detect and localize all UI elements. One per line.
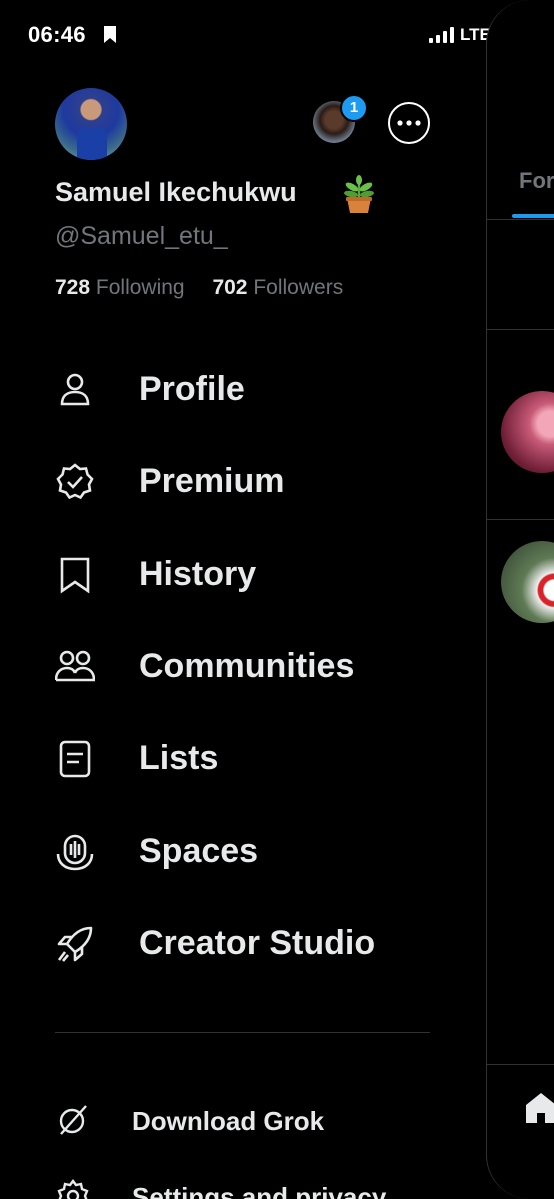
grok-icon — [59, 1105, 87, 1135]
menu-label-communities: Communities — [139, 647, 355, 685]
potted-plant-icon — [344, 175, 374, 213]
person-icon — [60, 373, 90, 406]
menu-item-lists[interactable]: Lists — [55, 727, 455, 787]
rocket-icon — [57, 926, 93, 962]
divider — [487, 329, 554, 330]
menu-item-profile[interactable]: Profile — [55, 358, 455, 418]
menu-item-spaces[interactable]: Spaces — [55, 820, 455, 880]
screen: 06:46 LTE 53 For you 1 — [0, 0, 554, 1199]
followers-label[interactable]: Followers — [253, 276, 343, 299]
ellipsis-icon — [397, 120, 421, 126]
section-divider — [55, 1032, 430, 1033]
verified-badge-icon — [56, 463, 94, 500]
tab-for-you[interactable]: For you — [519, 168, 554, 194]
list-icon — [59, 740, 91, 778]
following-count[interactable]: 728 — [55, 276, 90, 299]
menu-label-spaces: Spaces — [139, 832, 259, 870]
menu-item-history[interactable]: History — [55, 543, 455, 603]
bottom-nav-border — [487, 1064, 554, 1065]
divider — [487, 519, 554, 520]
active-tab-indicator — [512, 214, 554, 218]
menu-label-settings-privacy: Settings and privacy — [132, 1182, 387, 1199]
post-author-avatar[interactable] — [501, 541, 554, 623]
menu-item-communities[interactable]: Communities — [55, 635, 455, 695]
profile-avatar[interactable] — [55, 88, 127, 160]
follow-stats: 728 Following 702 Followers — [55, 276, 365, 300]
notification-badge: 1 — [340, 94, 368, 122]
gear-icon — [57, 1179, 89, 1199]
menu-item-settings-privacy[interactable]: Settings and privacy — [55, 1172, 455, 1199]
divider — [487, 219, 554, 220]
menu-item-download-grok[interactable]: Download Grok — [55, 1096, 455, 1146]
spaces-icon — [56, 834, 94, 871]
following-label[interactable]: Following — [96, 276, 185, 299]
main-feed-panel[interactable]: For you — [486, 0, 554, 1199]
followers-count[interactable]: 702 — [212, 276, 247, 299]
menu-item-premium[interactable]: Premium — [55, 450, 455, 510]
menu-label-premium: Premium — [139, 462, 285, 500]
bookmark-icon — [60, 557, 90, 594]
communities-icon — [55, 650, 95, 682]
menu-label-profile: Profile — [139, 370, 245, 408]
menu-item-creator-studio[interactable]: Creator Studio — [55, 912, 455, 972]
display-name[interactable]: Samuel Ikechukwu — [55, 177, 297, 208]
side-drawer: 1 Samuel Ikechukwu @Samuel_etu_ 728 Foll… — [0, 0, 486, 1199]
account-handle: @Samuel_etu_ — [55, 222, 228, 250]
menu-label-lists: Lists — [139, 739, 219, 777]
menu-label-download-grok: Download Grok — [132, 1106, 325, 1136]
menu-label-creator-studio: Creator Studio — [139, 924, 376, 962]
more-options-button[interactable] — [388, 102, 430, 144]
home-icon[interactable] — [523, 1090, 554, 1126]
post-author-avatar[interactable] — [501, 391, 554, 473]
menu-label-history: History — [139, 555, 257, 593]
